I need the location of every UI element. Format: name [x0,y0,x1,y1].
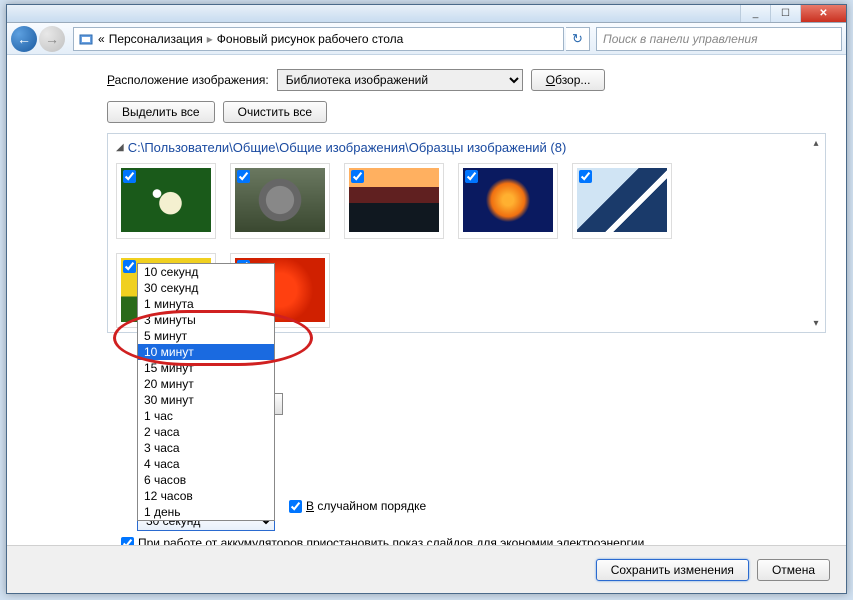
cancel-button[interactable]: Отмена [757,559,830,581]
search-input[interactable]: Поиск в панели управления [596,27,842,51]
interval-option[interactable]: 30 секунд [138,280,274,296]
save-button[interactable]: Сохранить изменения [596,559,749,581]
navigation-bar: ← → « Персонализация ▸ Фоновый рисунок р… [7,23,846,55]
dialog-footer: Сохранить изменения Отмена [7,545,846,593]
clear-all-button[interactable]: Очистить все [223,101,327,123]
interval-option[interactable]: 10 минут [138,344,274,360]
crumb-wallpaper[interactable]: Фоновый рисунок рабочего стола [217,32,404,46]
interval-option[interactable]: 6 часов [138,472,274,488]
forward-button[interactable]: → [39,26,65,52]
refresh-button[interactable]: ↻ [566,27,590,51]
interval-option[interactable]: 3 часа [138,440,274,456]
collapse-icon[interactable]: ◢ [116,142,124,153]
window-titlebar: _ ☐ ✕ [7,5,846,23]
interval-option[interactable]: 1 день [138,504,274,520]
thumbnail-checkbox[interactable] [465,170,478,183]
interval-option[interactable]: 30 минут [138,392,274,408]
scroll-down-button[interactable]: ▾ [809,316,823,330]
thumbnail-checkbox[interactable] [237,170,250,183]
image-location-select[interactable]: Библиотека изображений [277,69,523,91]
location-label: Расположение изображения: [107,73,269,87]
crumb-prefix: « [98,32,105,46]
shuffle-checkbox[interactable] [289,500,302,513]
interval-option[interactable]: 15 минут [138,360,274,376]
interval-option[interactable]: 12 часов [138,488,274,504]
thumbnail-checkbox[interactable] [123,260,136,273]
interval-option[interactable]: 1 час [138,408,274,424]
interval-option[interactable]: 3 минуты [138,312,274,328]
browse-button[interactable]: Обзор... [531,69,606,91]
minimize-button[interactable]: _ [740,5,770,22]
interval-option[interactable]: 4 часа [138,456,274,472]
interval-option[interactable]: 10 секунд [138,264,274,280]
thumbnail[interactable] [458,163,558,239]
thumbnail[interactable] [572,163,672,239]
interval-option[interactable]: 20 минут [138,376,274,392]
interval-option[interactable]: 1 минута [138,296,274,312]
back-button[interactable]: ← [11,26,37,52]
personalization-window: _ ☐ ✕ ← → « Персонализация ▸ Фоновый рис… [6,4,847,594]
interval-option[interactable]: 2 часа [138,424,274,440]
maximize-button[interactable]: ☐ [770,5,800,22]
thumbnail[interactable] [230,163,330,239]
chevron-right-icon: ▸ [207,32,213,46]
folder-icon [78,31,94,47]
thumbnail[interactable] [344,163,444,239]
select-all-button[interactable]: Выделить все [107,101,215,123]
breadcrumb-bar[interactable]: « Персонализация ▸ Фоновый рисунок рабоч… [73,27,564,51]
shuffle-label: В случайном порядке [306,499,426,513]
crumb-personalization[interactable]: Персонализация [109,32,203,46]
thumbnail-checkbox[interactable] [579,170,592,183]
thumbnail-checkbox[interactable] [351,170,364,183]
scroll-up-button[interactable]: ▴ [809,136,823,150]
interval-dropdown-list[interactable]: 10 секунд30 секунд1 минута3 минуты5 мину… [137,263,275,521]
gallery-path[interactable]: C:\Пользователи\Общие\Общие изображения\… [128,140,567,155]
thumbnail-checkbox[interactable] [123,170,136,183]
content-pane: Расположение изображения: Библиотека изо… [7,55,846,545]
close-button[interactable]: ✕ [800,5,846,22]
thumbnail[interactable] [116,163,216,239]
interval-option[interactable]: 5 минут [138,328,274,344]
